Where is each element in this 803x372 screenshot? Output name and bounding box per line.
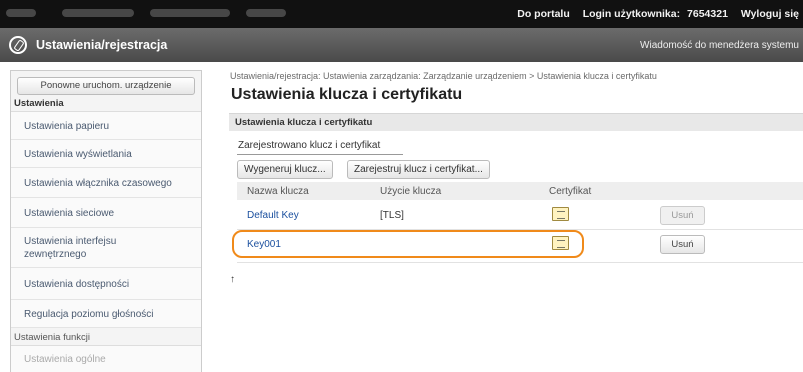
delete-button[interactable]: Usuń [660, 206, 705, 225]
blurred-text [246, 9, 286, 17]
key-usage: [TLS] [380, 210, 404, 221]
certificate-icon[interactable] [552, 207, 569, 221]
column-key-usage: Użycie klucza [380, 186, 442, 197]
breadcrumb: Ustawienia/rejestracja: Ustawienia zarzą… [230, 71, 657, 81]
page-title: Ustawienia klucza i certyfikatu [231, 86, 463, 103]
sidebar-section-settings: Ustawienia [14, 98, 64, 109]
logout-link[interactable]: Wyloguj się [741, 8, 799, 20]
sidebar-item-label: Ustawienia wyświetlania [24, 149, 132, 160]
sidebar-item-volume[interactable]: Regulacja poziomu głośności [11, 300, 201, 328]
sidebar-item-label: Ustawienia ogólne [24, 354, 106, 365]
sidebar-item-label: Ustawienia sieciowe [24, 208, 115, 219]
table-header: Nazwa klucza Użycie klucza Certyfikat [237, 182, 803, 200]
key-name-link[interactable]: Default Key [247, 210, 299, 221]
divider [237, 262, 803, 263]
registered-keys-heading: Zarejestrowano klucz i certyfikat [238, 140, 381, 151]
restart-device-button[interactable]: Ponowne uruchom. urządzenie [17, 77, 195, 95]
header-title: Ustawienia/rejestracja [36, 38, 168, 52]
column-key-name: Nazwa klucza [247, 186, 309, 197]
sidebar-item-label: Ustawienia włącznika czasowego [24, 178, 172, 189]
sidebar-item-label-line2: zewnętrznego [24, 249, 87, 260]
column-certificate: Certyfikat [549, 186, 592, 197]
back-to-top-icon[interactable]: ↑ [230, 274, 235, 285]
system-manager-message-link[interactable]: Wiadomość do menedżera systemu [640, 40, 799, 51]
login-label: Login użytkownika: [582, 8, 681, 20]
sidebar-item-paper[interactable]: Ustawienia papieru [11, 112, 201, 140]
login-value: 7654321 [687, 8, 728, 20]
sidebar-section-functions[interactable]: Ustawienia funkcji [14, 332, 90, 343]
blurred-text [150, 9, 230, 17]
sidebar-item-label: Ustawienia dostępności [24, 279, 130, 290]
blurred-text [62, 9, 134, 17]
table-row: Default Key [TLS] Usuń [237, 201, 803, 229]
blurred-text [6, 9, 36, 17]
settings-tool-icon [9, 36, 27, 54]
divider [237, 154, 403, 155]
sidebar-item-network[interactable]: Ustawienia sieciowe [11, 198, 201, 228]
highlight-frame [232, 230, 584, 258]
sidebar-item-display[interactable]: Ustawienia wyświetlania [11, 140, 201, 168]
sidebar-item-label: Ustawienia papieru [24, 121, 110, 132]
sidebar-item-label: Regulacja poziomu głośności [24, 309, 154, 320]
top-bar: Do portalu Login użytkownika: 7654321 Wy… [0, 0, 803, 28]
portal-link[interactable]: Do portalu [517, 8, 570, 20]
sidebar-item-external-interface[interactable]: Ustawienia interfejsu zewnętrznego [11, 228, 201, 268]
register-key-certificate-button[interactable]: Zarejestruj klucz i certyfikat... [347, 160, 490, 179]
sidebar-item-general[interactable]: Ustawienia ogólne [11, 346, 201, 372]
sidebar-item-timer[interactable]: Ustawienia włącznika czasowego [11, 168, 201, 198]
header-bar: Ustawienia/rejestracja Wiadomość do mene… [0, 28, 803, 62]
sidebar-item-label: Ustawienia interfejsu [24, 236, 117, 247]
generate-key-button[interactable]: Wygeneruj klucz... [237, 160, 333, 179]
panel-title: Ustawienia klucza i certyfikatu [229, 113, 803, 131]
sidebar: Ponowne uruchom. urządzenie Ustawienia U… [10, 70, 202, 372]
delete-button[interactable]: Usuń [660, 235, 705, 254]
sidebar-item-accessibility[interactable]: Ustawienia dostępności [11, 268, 201, 300]
